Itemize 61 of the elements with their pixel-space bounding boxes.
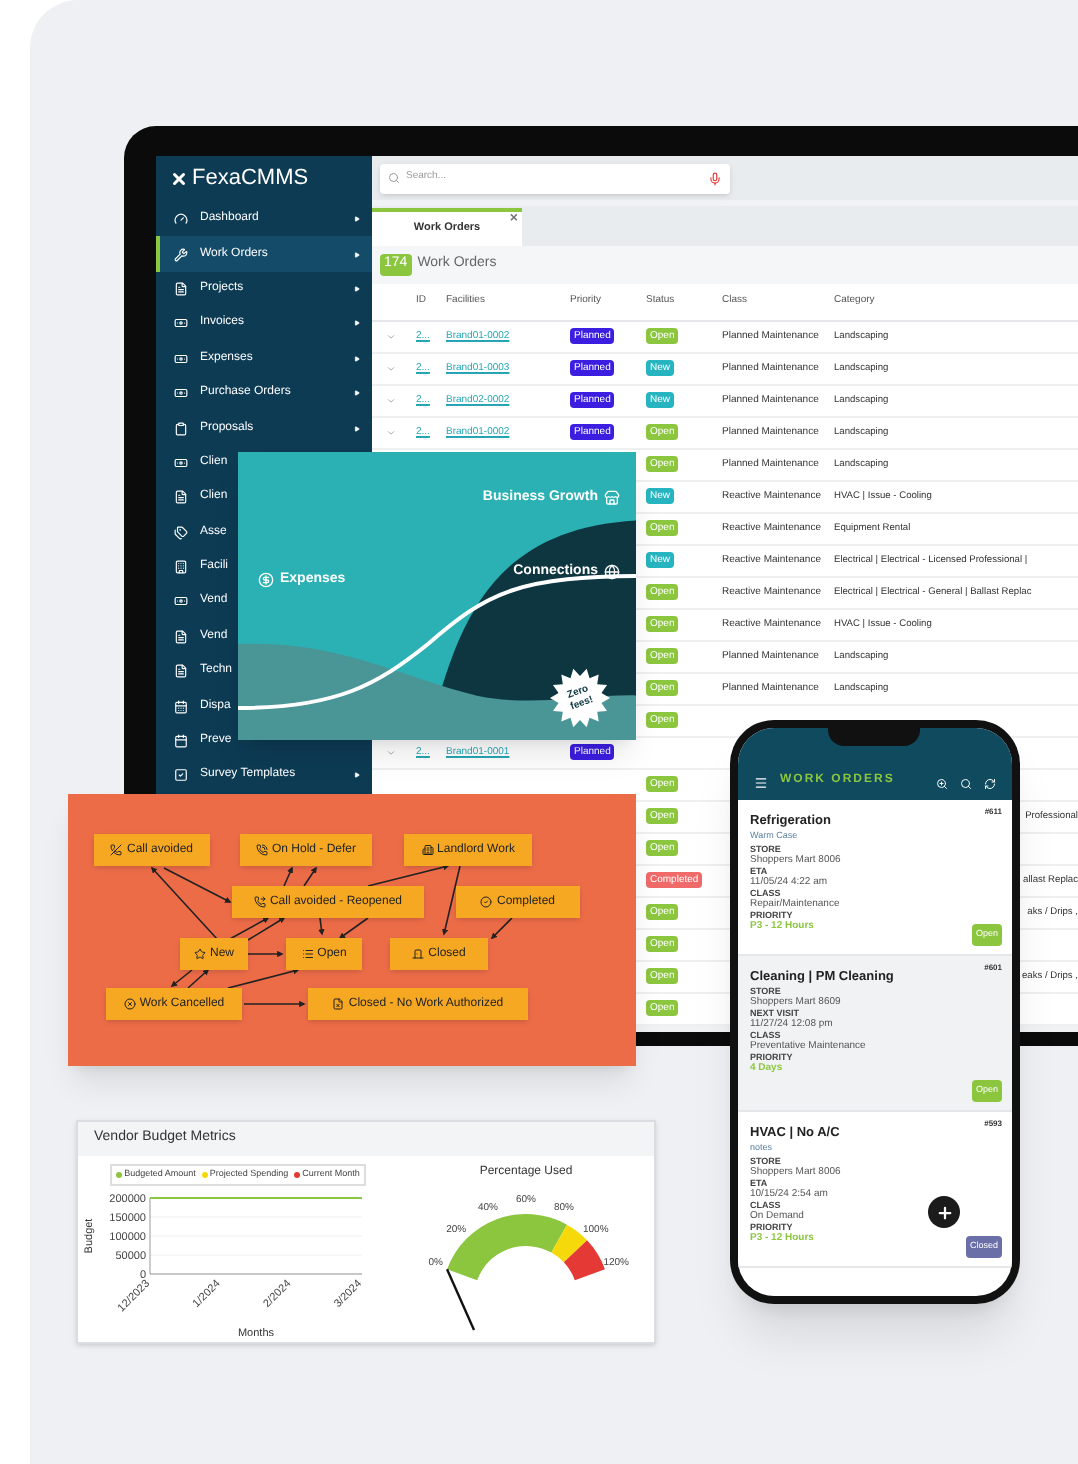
document-icon [174, 629, 188, 644]
caret-icon [354, 216, 360, 223]
menu-icon[interactable] [754, 776, 768, 790]
door-icon [412, 948, 425, 960]
caret-icon [354, 425, 360, 432]
phone-icon [255, 844, 268, 856]
search-icon [388, 172, 400, 184]
banknote-icon [174, 594, 188, 609]
arrow [243, 1000, 306, 1008]
logo-icon [170, 170, 188, 188]
globe-icon [604, 564, 620, 581]
phone-off-icon [110, 844, 123, 856]
caret-icon [354, 390, 360, 397]
gauge-icon [174, 212, 188, 227]
arrow [227, 917, 270, 941]
building-icon [421, 844, 434, 856]
caret-icon [354, 285, 360, 292]
arrow [247, 950, 284, 958]
calendar-icon [174, 699, 188, 714]
phone-notch [828, 728, 920, 746]
arrow [187, 968, 210, 989]
gauge-needle [445, 1269, 476, 1331]
caret-icon [354, 251, 360, 258]
refresh-icon[interactable] [984, 778, 996, 790]
list-icon [301, 948, 314, 960]
caret-icon [354, 772, 360, 779]
x-circle-icon [123, 998, 136, 1010]
arrow [283, 866, 293, 887]
phone-icon [253, 896, 266, 908]
zoom-icon[interactable] [936, 778, 948, 790]
document-icon [332, 998, 345, 1010]
microphone-icon[interactable] [708, 171, 722, 185]
banknote-icon [174, 316, 188, 331]
plus-icon [935, 1203, 953, 1221]
building-icon [174, 560, 188, 575]
arrow [247, 917, 286, 941]
document-icon [174, 281, 188, 296]
calendar-icon [174, 734, 188, 749]
tags-icon [174, 525, 188, 540]
clipboard-icon [174, 421, 188, 436]
document-icon [174, 490, 188, 505]
logo-text: FexaCMMS [192, 164, 309, 195]
banknote-icon [174, 455, 188, 470]
caret-icon [354, 320, 360, 327]
arrow [338, 917, 369, 939]
document-icon [174, 664, 188, 679]
caret-icon [354, 355, 360, 362]
check-circle-icon [480, 896, 493, 908]
search-icon[interactable] [960, 778, 972, 790]
banknote-icon [174, 351, 188, 366]
star-icon [193, 948, 206, 960]
arrow [227, 968, 300, 989]
dollar-icon [258, 572, 274, 589]
arrow [170, 969, 193, 987]
checkbox-icon [174, 768, 188, 783]
arrow [303, 866, 317, 887]
arrow [490, 917, 513, 940]
store-icon [604, 490, 620, 507]
wrench-icon [174, 247, 188, 262]
arrow [318, 917, 325, 936]
banknote-icon [174, 386, 188, 401]
